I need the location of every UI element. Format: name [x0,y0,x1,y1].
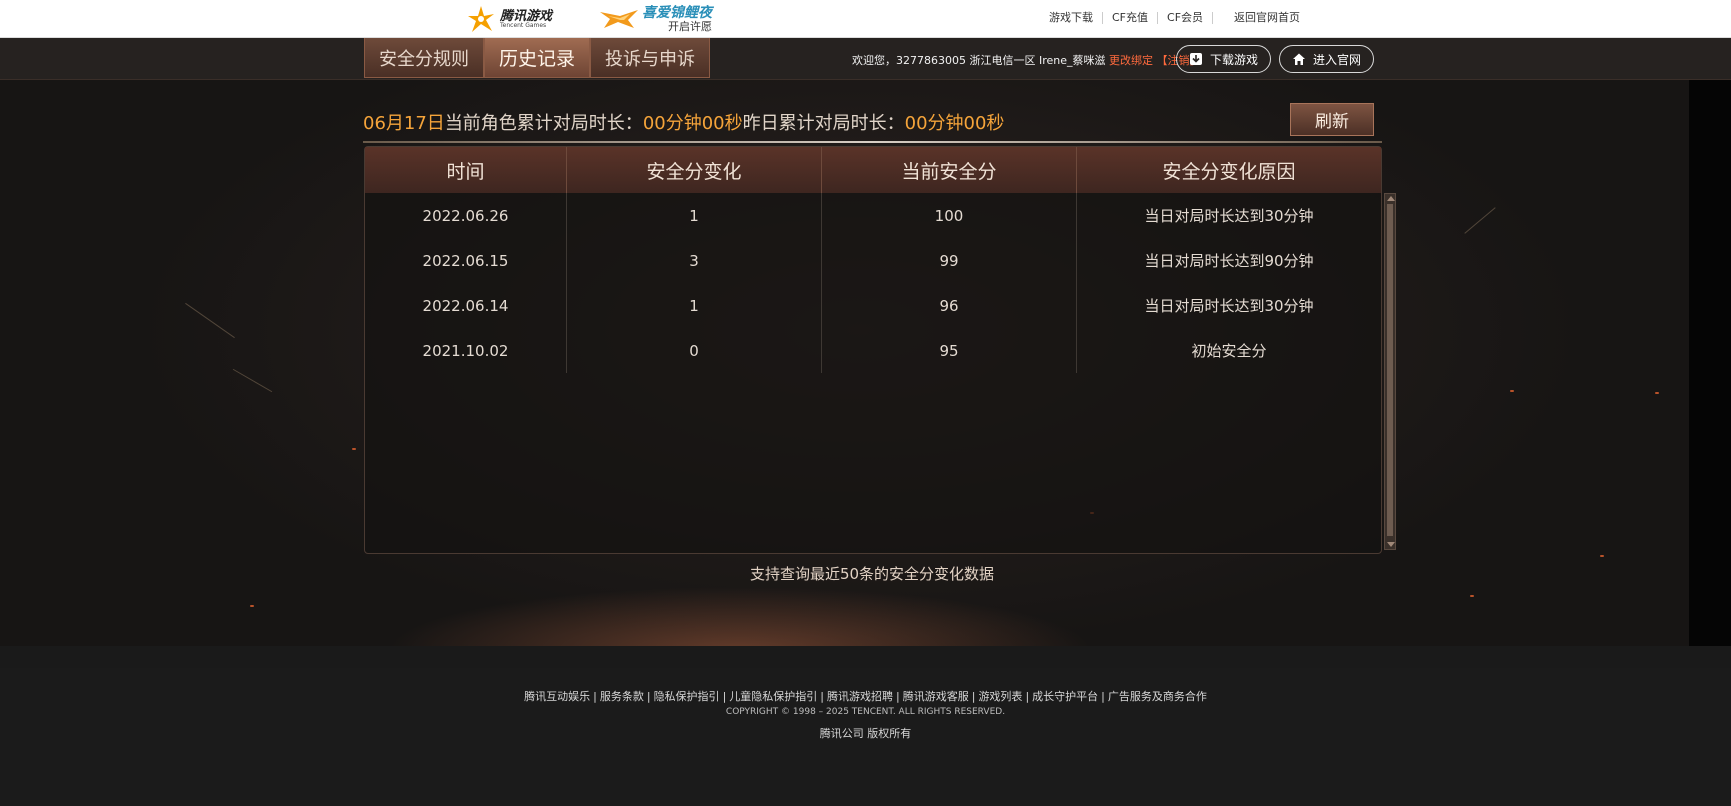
cell-current-score: 96 [822,283,1077,328]
tab-list: 安全分规则 历史记录 投诉与申诉 [364,38,711,78]
stats-current-value: 00分钟00秒 [642,113,743,134]
top-link-cf-member[interactable]: CF会员 [1158,12,1214,24]
bg-spark [250,605,254,607]
cell-current-score: 100 [822,193,1077,238]
cf-event-subtitle: 开启许愿 [668,19,712,33]
footer-link[interactable]: 腾讯游戏招聘 [824,690,896,703]
scroll-up-icon[interactable] [1387,196,1395,201]
table-row: 2021.10.02 0 95 初始安全分 [365,328,1381,373]
query-limit-note: 支持查询最近50条的安全分变化数据 [749,565,995,583]
change-bind-link[interactable]: 更改绑定 [1109,54,1153,67]
footer-link[interactable]: 服务条款 [597,690,647,703]
cell-score-change: 3 [567,238,822,283]
scroll-down-icon[interactable] [1387,542,1395,547]
footer-link[interactable]: 隐私保护指引 [651,690,723,703]
bg-spark [1655,392,1659,394]
header-time: 时间 [365,147,567,193]
cf-event-title: 喜爱锦鲤夜 [642,4,712,21]
top-link-download-game[interactable]: 游戏下载 [1040,12,1103,24]
footer-link[interactable]: 腾讯游戏客服 [900,690,972,703]
table-row: 2022.06.26 1 100 当日对局时长达到30分钟 [365,193,1381,238]
header-change-reason: 安全分变化原因 [1162,160,1296,183]
cell-change-reason: 当日对局时长达到90分钟 [1144,252,1314,270]
cell-current-score: 95 [822,328,1077,373]
welcome-text: 欢迎您，3277863005 浙江电信一区 Irene_蔡咪滋 [852,54,1106,67]
cell-time: 2022.06.14 [365,283,567,328]
play-time-stats: 06月17日当前角色累计对局时长：00分钟00秒昨日累计对局时长：00分钟00秒 [363,109,1004,135]
top-link-cf-recharge[interactable]: CF充值 [1103,12,1159,24]
cell-change-reason: 当日对局时长达到30分钟 [1144,297,1314,315]
history-table: 时间 安全分变化 当前安全分 安全分变化原因 2022.06.26 1 100 … [364,146,1382,554]
cell-change-reason: 当日对局时长达到30分钟 [1144,207,1314,225]
top-bar: 腾讯游戏 Tencent Games 喜爱锦鲤夜 开启许愿 游戏下载 CF充值 … [0,0,1731,38]
cell-current-score: 99 [822,238,1077,283]
download-icon [1190,53,1202,65]
section-divider [363,141,1382,143]
cell-time: 2022.06.26 [365,193,567,238]
table-scrollbar[interactable] [1384,193,1396,550]
scroll-thumb[interactable] [1387,204,1393,536]
cell-score-change: 0 [567,328,822,373]
enter-site-button[interactable]: 进入官网 [1279,45,1375,73]
footer-link[interactable]: 儿童隐私保护指引 [726,690,820,703]
footer-link[interactable]: 广告服务及商务合作 [1105,690,1210,703]
bg-spark [1600,555,1604,557]
rights-text: 腾讯公司 版权所有 [819,727,912,740]
stats-date: 06月17日 [363,113,445,134]
stats-yesterday-value: 00分钟00秒 [904,113,1005,134]
tencent-games-logo[interactable]: 腾讯游戏 Tencent Games [466,5,586,33]
top-link-home[interactable]: 返回官网首页 [1225,12,1309,24]
header-score-change: 安全分变化 [567,147,822,193]
footer-link[interactable]: 腾讯互动娱乐 [521,690,593,703]
footer-link[interactable]: 成长守护平台 [1029,690,1101,703]
bg-streak [185,302,235,339]
bg-streak [1464,207,1496,234]
cell-change-reason: 初始安全分 [1191,342,1267,360]
bg-spark [352,448,356,450]
table-body: 2022.06.26 1 100 当日对局时长达到30分钟 2022.06.15… [365,193,1381,373]
tab-security-rules[interactable]: 安全分规则 [364,38,484,78]
cell-score-change: 1 [567,193,822,238]
tencent-games-cn: 腾讯游戏 [500,8,553,24]
cell-score-change: 1 [567,283,822,328]
nav-bar: 安全分规则 历史记录 投诉与申诉 欢迎您，3277863005 浙江电信一区 I… [0,38,1731,80]
table-row: 2022.06.14 1 96 当日对局时长达到30分钟 [365,283,1381,328]
tencent-games-en: Tencent Games [500,21,547,29]
footer-link[interactable]: 游戏列表 [975,690,1025,703]
tencent-games-logo-icon [468,6,494,32]
tab-history[interactable]: 历史记录 [484,38,591,78]
table-row: 2022.06.15 3 99 当日对局时长达到90分钟 [365,238,1381,283]
right-dark-panel [1689,80,1731,646]
cf-emblem-icon [600,10,638,28]
bg-spark [1470,595,1474,597]
cell-time: 2021.10.02 [365,328,567,373]
top-links: 游戏下载 CF充值 CF会员 返回官网首页 [1040,12,1309,24]
user-info: 欢迎您，3277863005 浙江电信一区 Irene_蔡咪滋 更改绑定 【注销… [852,52,1201,68]
footer: 腾讯互动娱乐 | 服务条款 | 隐私保护指引 | 儿童隐私保护指引 | 腾讯游戏招聘 | 腾讯游戏客… [0,668,1731,806]
table-header: 时间 安全分变化 当前安全分 安全分变化原因 [365,147,1381,193]
cell-time: 2022.06.15 [365,238,567,283]
refresh-button[interactable]: 刷新 [1290,103,1374,136]
bg-spark [1510,390,1514,392]
download-game-button[interactable]: 下载游戏 [1176,45,1272,73]
bg-streak [232,368,273,393]
cf-event-logo[interactable]: 喜爱锦鲤夜 开启许愿 [598,4,718,34]
header-current-score: 当前安全分 [822,147,1077,193]
tab-complaint[interactable]: 投诉与申诉 [590,38,711,78]
download-game-label: 下载游戏 [1210,52,1259,67]
copyright-text: COPYRIGHT © 1998 – 2025 TENCENT. ALL RIG… [725,707,1006,717]
enter-site-label: 进入官网 [1313,52,1362,67]
stats-yesterday-label: 昨日累计对局时长： [742,113,905,134]
home-icon [1293,53,1305,65]
footer-links: 腾讯互动娱乐 | 服务条款 | 隐私保护指引 | 儿童隐私保护指引 | 腾讯游戏招聘 | 腾讯游戏客… [0,688,1731,704]
stats-current-label: 当前角色累计对局时长： [444,113,643,134]
